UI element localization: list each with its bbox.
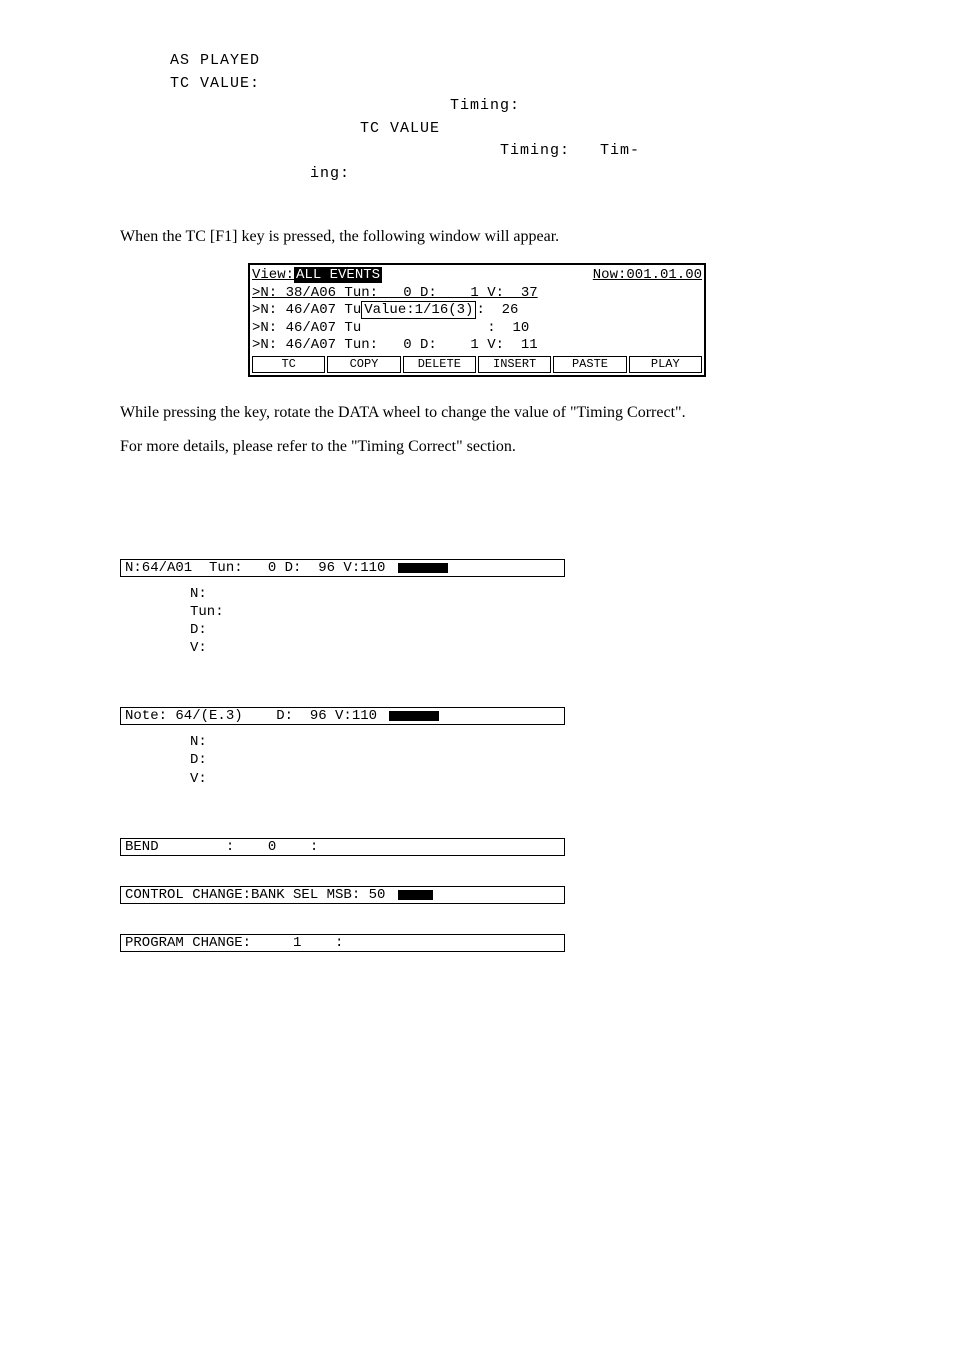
top-scrap-block: AS PLAYED TC VALUE: Timing: TC VALUE Tim… (170, 50, 834, 185)
text: Timing: (450, 95, 520, 118)
paragraph: For more details, please refer to the "T… (120, 435, 834, 459)
softkey-tc[interactable]: TC (252, 356, 325, 373)
event-row[interactable]: >N: 46/A07 Tun: 0 D: 1 V: 11 (252, 337, 702, 355)
text: Timing: (500, 140, 570, 163)
view-label: View: (252, 267, 294, 283)
view-value[interactable]: ALL EVENTS (294, 267, 382, 283)
softkey-play[interactable]: PLAY (629, 356, 702, 373)
text: TC VALUE (360, 118, 440, 141)
event-line-drum[interactable]: N:64/A01 Tun: 0 D: 96 V:110 (120, 559, 565, 577)
softkey-copy[interactable]: COPY (327, 356, 400, 373)
softkey-row: TC COPY DELETE INSERT PASTE PLAY (252, 356, 702, 373)
event-row[interactable]: >N: 38/A06 Tun: 0 D: 1 V: 37 (252, 285, 702, 303)
paragraph: When the TC [F1] key is pressed, the fol… (120, 225, 834, 249)
field-legend: N: D: V: (190, 733, 834, 788)
text: Tim- (600, 140, 640, 163)
text: ing: (310, 163, 350, 186)
velocity-bar (398, 563, 448, 573)
text: TC VALUE: (170, 73, 260, 96)
event-row[interactable]: >N: 46/A07 Tu : 10 (252, 320, 702, 338)
value-popup[interactable]: Value:1/16(3) (361, 301, 476, 319)
event-line-pc[interactable]: PROGRAM CHANGE: 1 : (120, 934, 565, 952)
event-row[interactable]: >N: 46/A07 TuValue:1/16(3): 26 (252, 302, 702, 320)
softkey-insert[interactable]: INSERT (478, 356, 551, 373)
event-line-bend[interactable]: BEND : 0 : (120, 838, 565, 856)
value-bar (398, 890, 433, 900)
text: AS PLAYED (170, 50, 260, 73)
paragraph: While pressing the key, rotate the DATA … (120, 401, 834, 425)
softkey-delete[interactable]: DELETE (403, 356, 476, 373)
popup-window: View:ALL EVENTS Now:001.01.00 >N: 38/A06… (248, 263, 706, 377)
field-legend: N: Tun: D: V: (190, 585, 834, 658)
event-line-cc[interactable]: CONTROL CHANGE:BANK SEL MSB: 50 (120, 886, 565, 904)
event-line-note[interactable]: Note: 64/(E.3) D: 96 V:110 (120, 707, 565, 725)
now-counter: Now:001.01.00 (593, 267, 702, 285)
softkey-paste[interactable]: PASTE (553, 356, 626, 373)
velocity-bar (389, 711, 439, 721)
